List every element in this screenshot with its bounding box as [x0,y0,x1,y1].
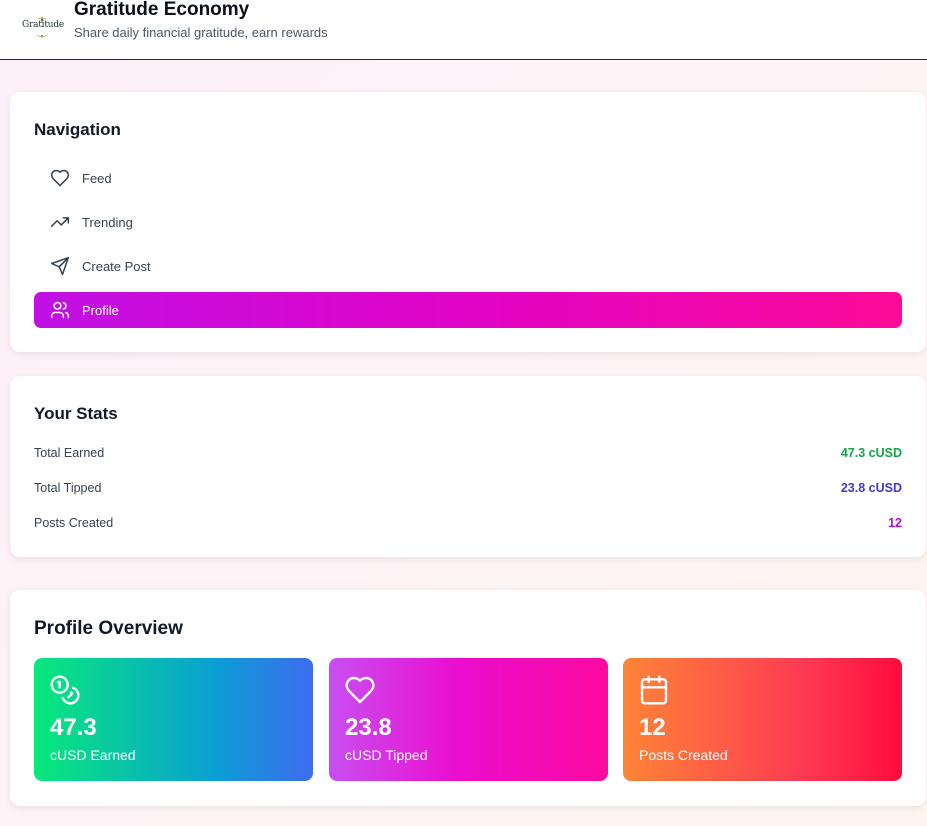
stat-label: Total Tipped [34,481,102,495]
users-icon [50,300,70,320]
tile-label: cUSD Tipped [345,747,428,763]
app-subtitle: Share daily financial gratitude, earn re… [74,25,328,40]
app-title: Gratitude Economy [74,0,250,20]
tile-label: cUSD Earned [50,747,136,763]
nav-item-label: Profile [82,302,119,318]
app-header: Gratitude Gratitude Economy Share daily … [0,0,927,60]
nav-item-create-post[interactable]: Create Post [34,248,902,284]
nav-item-label: Feed [82,170,112,186]
stat-label: Total Earned [34,446,105,460]
send-icon [50,256,70,276]
stat-value: 47.3 cUSD [840,446,902,460]
stat-row-total-tipped: Total Tipped 23.8 cUSD [34,481,902,499]
tile-value: 12 [639,714,666,741]
coins-icon [50,675,80,705]
nav-item-trending[interactable]: Trending [34,204,902,240]
logo-flourish-icon [36,16,48,38]
profile-overview-card: Profile Overview 47.3 cUSD Earned 23.8 c… [10,590,926,806]
tile-label: Posts Created [639,747,728,763]
stat-label: Posts Created [34,516,114,530]
nav-item-label: Trending [82,214,133,230]
navigation-title: Navigation [34,120,121,139]
heart-icon [345,676,375,704]
nav-item-label: Create Post [82,258,151,274]
tile-cusd-earned: 47.3 cUSD Earned [34,658,313,781]
stat-row-total-earned: Total Earned 47.3 cUSD [34,446,902,464]
stats-card: Your Stats Total Earned 47.3 cUSD Total … [10,376,926,557]
nav-item-profile[interactable]: Profile [34,292,902,328]
stats-title: Your Stats [34,404,118,423]
stat-value: 12 [888,516,902,530]
tile-value: 47.3 [50,714,97,741]
tile-cusd-tipped: 23.8 cUSD Tipped [329,658,608,781]
stat-row-posts-created: Posts Created 12 [34,516,902,534]
app-logo[interactable]: Gratitude [22,12,64,42]
navigation-card: Navigation Feed Trending Create Post Pro… [10,92,926,352]
tile-value: 23.8 [345,714,392,741]
trending-up-icon [50,212,70,232]
heart-icon [50,168,70,188]
nav-item-feed[interactable]: Feed [34,160,902,196]
profile-overview-title: Profile Overview [34,618,183,639]
tile-posts-created: 12 Posts Created [623,658,902,781]
calendar-icon [640,675,668,705]
stat-value: 23.8 cUSD [840,481,902,495]
